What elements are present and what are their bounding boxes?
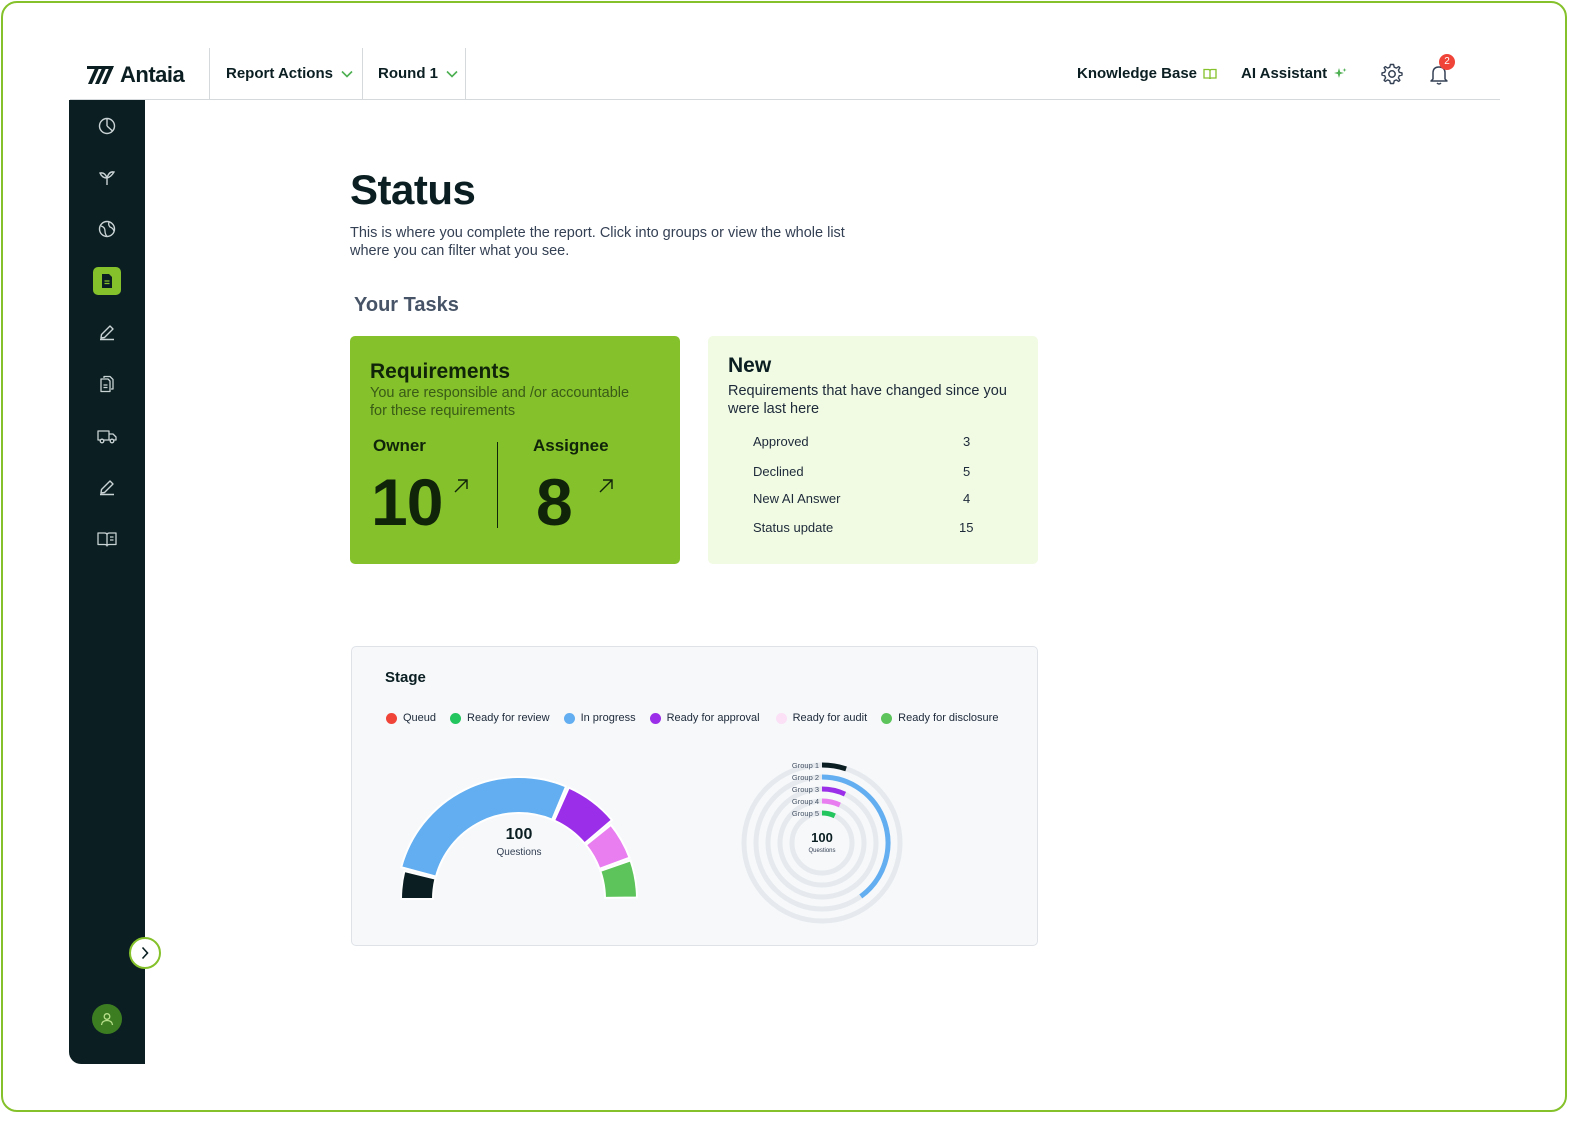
- brand-name: Antaia: [120, 62, 185, 87]
- book-open-icon: [1203, 68, 1217, 79]
- new-row-status-update[interactable]: Status update 15: [753, 520, 983, 535]
- sprout-icon: [99, 171, 116, 185]
- new-row-new-ai-answer[interactable]: New AI Answer 4: [753, 491, 983, 506]
- divider: [362, 48, 363, 100]
- sparkle-icon: [1334, 67, 1347, 78]
- radial-group-label: Group 4: [792, 797, 819, 806]
- page-subtitle: This is where you complete the report. C…: [350, 225, 845, 259]
- assignee-label: Assignee: [533, 436, 609, 455]
- radial-group-label: Group 5: [792, 809, 819, 818]
- arrow-up-right-icon[interactable]: [453, 478, 469, 494]
- radial-group-label: Group 1: [792, 761, 819, 770]
- new-title: New: [728, 354, 772, 377]
- radial-group-label: Group 2: [792, 773, 819, 782]
- new-changes-card: New Requirements that have changed since…: [708, 336, 1038, 564]
- radial-center-value: 100: [811, 830, 833, 845]
- stage-charts: 100 Questions Group 1 Group 2 Group 3 Group 4…: [399, 761, 903, 924]
- top-bar: Antaia Report Actions Round 1 Knowledge …: [70, 48, 1500, 100]
- settings-button[interactable]: [1380, 62, 1404, 86]
- new-row-declined[interactable]: Declined 5: [753, 464, 983, 479]
- notifications-button[interactable]: 2: [1427, 54, 1455, 86]
- user-avatar[interactable]: [92, 1004, 122, 1034]
- pencil-icon: [100, 325, 114, 341]
- sidebar-item-report[interactable]: [93, 267, 121, 295]
- files-icon: [100, 375, 114, 393]
- arrow-up-right-icon[interactable]: [598, 478, 614, 494]
- globe-icon: [98, 220, 116, 238]
- truck-icon: [97, 430, 117, 444]
- sidebar-expand-button[interactable]: [129, 937, 161, 969]
- column-divider: [497, 442, 498, 528]
- chevron-down-icon: [341, 70, 353, 78]
- brand-logo[interactable]: Antaia: [86, 62, 185, 88]
- ai-assistant-label: AI Assistant: [1241, 65, 1328, 82]
- chevron-right-icon: [141, 946, 149, 960]
- divider: [465, 48, 466, 100]
- book-icon: [97, 532, 117, 547]
- requirements-description: You are responsible and /or accountable …: [370, 385, 630, 419]
- assignee-count[interactable]: 8: [536, 464, 573, 540]
- notification-badge: 2: [1439, 54, 1455, 70]
- divider: [209, 48, 210, 100]
- your-tasks-heading: Your Tasks: [354, 294, 459, 316]
- owner-label: Owner: [373, 436, 426, 455]
- new-description: Requirements that have changed since you…: [728, 383, 1007, 417]
- sidebar-item-supply-chain[interactable]: [93, 422, 121, 450]
- ai-assistant-link[interactable]: AI Assistant: [1241, 65, 1347, 82]
- user-icon: [100, 1013, 114, 1026]
- pie-chart-icon: [98, 117, 116, 135]
- radial-bar-5: [821, 810, 836, 819]
- round-menu[interactable]: Round 1: [378, 65, 458, 82]
- knowledge-base-link[interactable]: Knowledge Base: [1077, 65, 1217, 82]
- page-title: Status: [350, 166, 476, 213]
- document-icon: [102, 274, 112, 288]
- sidebar-item-documents[interactable]: [93, 370, 121, 398]
- sidebar-item-library[interactable]: [93, 525, 121, 553]
- radial-bar-3: [821, 786, 847, 797]
- radial-bar-4: [821, 798, 841, 808]
- report-actions-menu[interactable]: Report Actions: [226, 65, 353, 82]
- new-row-label: New AI Answer: [753, 491, 841, 506]
- requirements-card: Requirements You are responsible and /or…: [350, 336, 680, 564]
- sidebar-item-edit-2[interactable]: [93, 473, 121, 501]
- radial-bar-1: [821, 762, 847, 772]
- gauge-segment: [399, 776, 568, 878]
- gauge-center-value: 100: [506, 826, 533, 843]
- sidebar: [69, 100, 145, 1064]
- new-row-value: 5: [963, 464, 971, 479]
- antaia-logo-icon: [87, 66, 114, 84]
- new-row-value: 3: [963, 434, 971, 449]
- new-row-value: 15: [959, 520, 974, 535]
- sidebar-item-edit[interactable]: [93, 318, 121, 346]
- new-row-label: Declined: [753, 464, 804, 479]
- sidebar-item-globe[interactable]: [93, 215, 121, 243]
- gear-icon: [1381, 63, 1403, 85]
- new-row-value: 4: [963, 491, 971, 506]
- sidebar-item-dashboard[interactable]: [93, 112, 121, 140]
- report-actions-label: Report Actions: [226, 65, 333, 82]
- pencil-icon: [100, 480, 114, 496]
- knowledge-base-label: Knowledge Base: [1077, 65, 1198, 82]
- sidebar-item-sustainability[interactable]: [93, 164, 121, 192]
- stage-card: Stage Queud Ready for review In progress…: [351, 646, 1038, 946]
- radial-group-label: Group 3: [792, 785, 819, 794]
- round-label: Round 1: [378, 65, 438, 82]
- radial-center-label: Questions: [808, 848, 835, 854]
- new-row-label: Approved: [753, 434, 809, 449]
- gauge-center-label: Questions: [496, 847, 541, 858]
- chevron-down-icon: [446, 70, 458, 78]
- owner-count[interactable]: 10: [371, 464, 443, 540]
- new-row-label: Status update: [753, 520, 834, 535]
- requirements-title: Requirements: [370, 360, 511, 383]
- new-row-approved[interactable]: Approved 3: [753, 434, 983, 449]
